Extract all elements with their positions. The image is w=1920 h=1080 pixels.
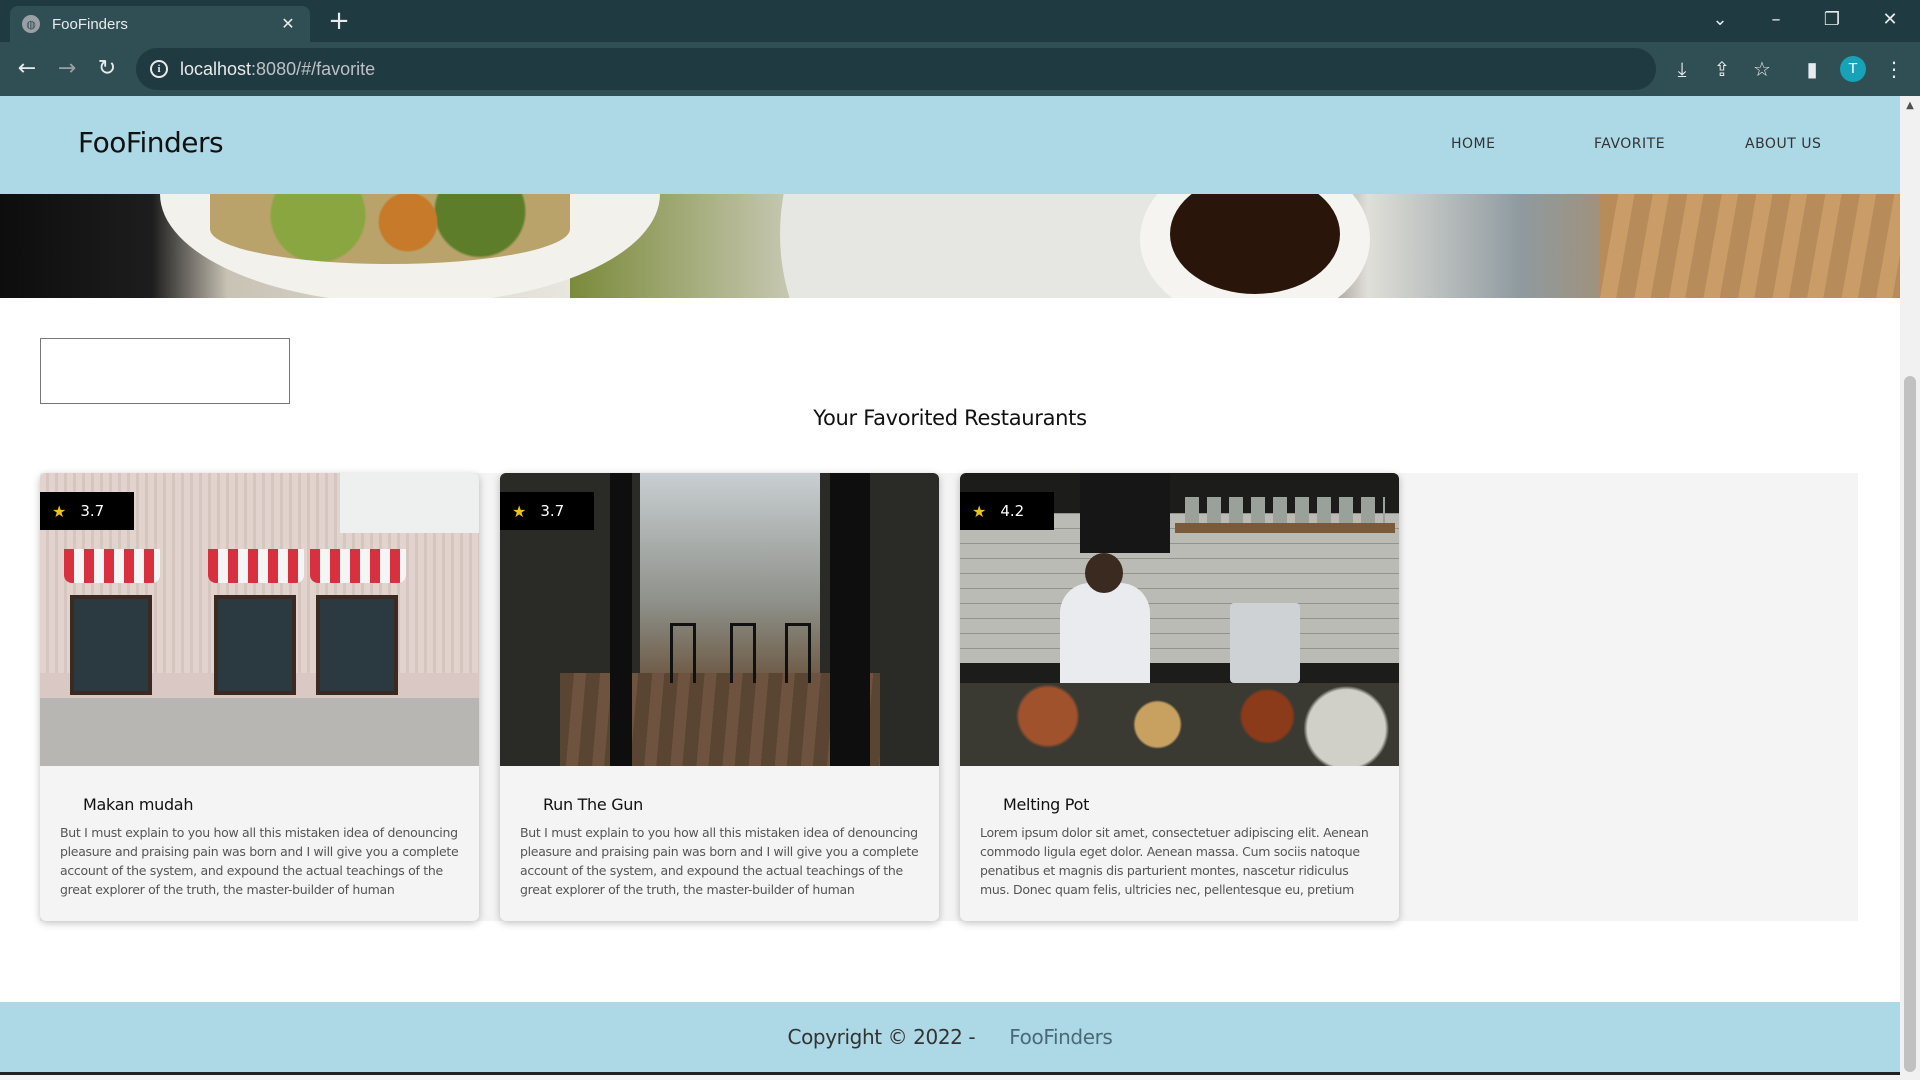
restaurant-description: Lorem ipsum dolor sit amet, consectetuer… <box>980 825 1369 903</box>
close-icon[interactable]: ✕ <box>278 14 298 34</box>
restaurant-name[interactable]: Makan mudah <box>83 795 193 814</box>
star-icon[interactable]: ☆ <box>1748 55 1776 83</box>
tab-title: FooFinders <box>52 15 128 33</box>
rating-value: 3.7 <box>540 502 565 520</box>
nav-about-us[interactable]: ABOUT US <box>1745 136 1821 152</box>
scrollbar-thumb[interactable] <box>1904 376 1916 1072</box>
search-input[interactable] <box>40 338 290 404</box>
star-icon: ★ <box>972 501 987 521</box>
page-bottom-edge <box>0 1072 1900 1080</box>
rating-value: 4.2 <box>1000 502 1025 520</box>
address-bar[interactable]: i localhost:8080/#/favorite <box>136 48 1656 90</box>
nav-home[interactable]: HOME <box>1451 136 1495 152</box>
restaurant-card[interactable]: ★ 3.7 Run The Gun But I must explain to … <box>500 473 939 921</box>
forward-icon[interactable]: → <box>50 52 84 86</box>
rating-badge: ★ 3.7 <box>500 492 594 530</box>
site-brand[interactable]: FooFinders <box>78 126 224 159</box>
browser-toolbar: ← → ↻ i localhost:8080/#/favorite ⤓ ⇪ ☆ … <box>0 42 1920 96</box>
chevron-down-icon[interactable]: ⌄ <box>1692 0 1748 42</box>
rating-value: 3.7 <box>80 502 105 520</box>
window-close-icon[interactable]: ✕ <box>1862 0 1918 42</box>
globe-icon: ◍ <box>22 15 40 33</box>
page-title: Your Favorited Restaurants <box>813 406 1087 430</box>
scroll-up-icon[interactable]: ▲ <box>1900 96 1920 116</box>
install-icon[interactable]: ⤓ <box>1668 55 1696 83</box>
hero-image <box>0 194 1900 298</box>
url-host: localhost <box>180 58 252 79</box>
rating-badge: ★ 3.7 <box>40 492 134 530</box>
url-path: :8080/#/favorite <box>251 58 376 79</box>
rating-badge: ★ 4.2 <box>960 492 1054 530</box>
more-icon[interactable]: ⋮ <box>1880 55 1908 83</box>
restaurant-card[interactable]: ★ 3.7 Makan mudah But I must explain to … <box>40 473 479 921</box>
share-icon[interactable]: ⇪ <box>1708 55 1736 83</box>
sidepanel-icon[interactable]: ▮ <box>1798 55 1826 83</box>
site-header: FooFinders HOME FAVORITE ABOUT US <box>0 96 1900 194</box>
restaurant-card[interactable]: ★ 4.2 Melting Pot Lorem ipsum dolor sit … <box>960 473 1399 921</box>
browser-tab[interactable]: ◍ FooFinders ✕ <box>10 6 310 42</box>
scrollbar[interactable]: ▲ <box>1900 96 1920 1080</box>
site-footer: Copyright © 2022 - FooFinders <box>0 1002 1900 1072</box>
restaurant-description: But I must explain to you how all this m… <box>60 825 459 903</box>
star-icon: ★ <box>512 501 527 521</box>
info-icon[interactable]: i <box>150 60 168 78</box>
reload-icon[interactable]: ↻ <box>90 52 124 86</box>
restaurant-description: But I must explain to you how all this m… <box>520 825 919 903</box>
avatar[interactable]: T <box>1840 56 1866 82</box>
restore-icon[interactable]: ❐ <box>1804 0 1860 42</box>
plus-icon[interactable]: + <box>324 6 354 36</box>
copyright-text: Copyright © 2022 - <box>787 1025 976 1049</box>
page-viewport: FooFinders HOME FAVORITE ABOUT US Your F… <box>0 96 1920 1080</box>
back-icon[interactable]: ← <box>10 52 44 86</box>
footer-brand[interactable]: FooFinders <box>1009 1025 1113 1049</box>
tab-strip: ◍ FooFinders ✕ + ⌄ – ❐ ✕ <box>0 0 1920 42</box>
restaurant-name[interactable]: Run The Gun <box>543 795 643 814</box>
minimize-icon[interactable]: – <box>1748 0 1804 42</box>
restaurant-name[interactable]: Melting Pot <box>1003 795 1089 814</box>
star-icon: ★ <box>52 501 67 521</box>
nav-favorite[interactable]: FAVORITE <box>1594 136 1665 152</box>
